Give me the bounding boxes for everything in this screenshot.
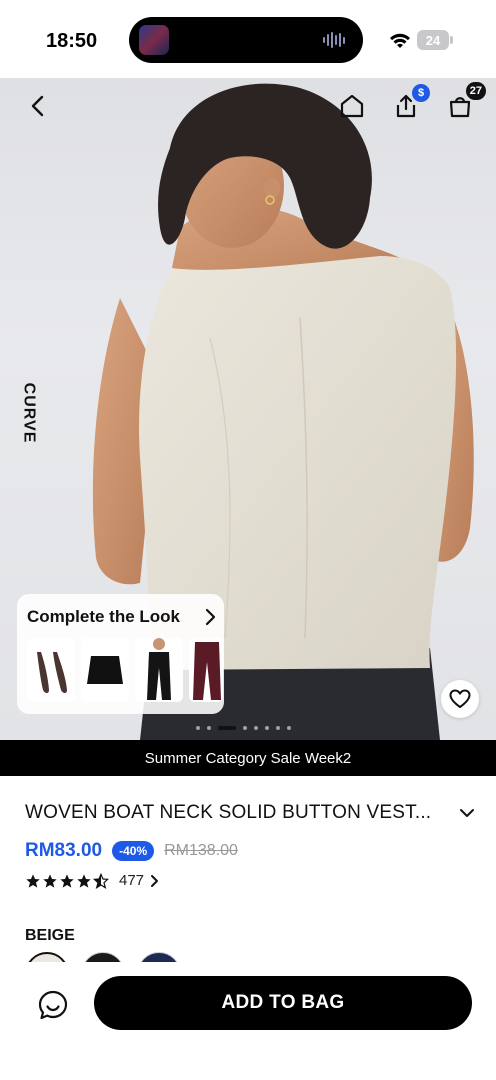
cart-count-badge: 27	[465, 82, 486, 100]
look-item-skirt[interactable]	[81, 638, 129, 702]
burgundy-trousers-icon	[193, 642, 221, 700]
customer-service-button[interactable]	[36, 988, 70, 1022]
star-icon	[77, 873, 91, 888]
now-playing-artwork	[139, 25, 169, 55]
complete-the-look-items	[27, 638, 223, 702]
discount-badge: -40%	[112, 841, 155, 861]
original-price: RM138.00	[164, 842, 238, 859]
product-title-row[interactable]: WOVEN BOAT NECK SOLID BUTTON VEST...	[25, 802, 475, 824]
look-item-flats[interactable]	[27, 638, 75, 702]
look-item-trousers[interactable]	[135, 638, 183, 702]
product-title: WOVEN BOAT NECK SOLID BUTTON VEST...	[25, 802, 432, 823]
wifi-icon	[390, 33, 410, 48]
battery-level: 24	[425, 32, 441, 48]
pagination-dot	[207, 726, 211, 730]
complete-the-look-card[interactable]: Complete the Look	[17, 594, 224, 714]
wishlist-button[interactable]	[441, 680, 479, 718]
chevron-left-icon	[31, 95, 44, 117]
chevron-down-icon[interactable]	[459, 808, 475, 818]
pagination-dot	[243, 726, 247, 730]
star-icon	[43, 873, 57, 888]
back-button[interactable]	[20, 88, 56, 124]
promo-banner[interactable]: Summer Category Sale Week2	[0, 740, 496, 776]
chat-icon	[38, 990, 68, 1020]
review-count: 477	[119, 872, 145, 889]
pagination-dot	[265, 726, 269, 730]
sale-price: RM83.00	[25, 840, 103, 861]
black-trousers-icon	[147, 638, 171, 700]
half-star-icon	[93, 872, 109, 889]
add-to-bag-button[interactable]: ADD TO BAG	[94, 976, 472, 1030]
curve-label: CURVE	[8, 378, 48, 448]
star-rating	[25, 872, 109, 889]
gallery-pagination	[196, 726, 291, 730]
product-image-gallery[interactable]: $ 27 CURVE Complete the Look	[0, 78, 496, 740]
chevron-right-icon	[151, 874, 159, 887]
black-skirt-icon	[87, 656, 123, 684]
share-button[interactable]: $	[388, 84, 430, 124]
pagination-dot-active	[218, 726, 236, 730]
price-row: RM83.00 -40% RM138.00	[25, 840, 238, 862]
status-time: 18:50	[46, 30, 98, 52]
home-icon	[340, 94, 364, 118]
pagination-dot	[287, 726, 291, 730]
battery-icon: 24	[417, 30, 453, 50]
promo-text: Summer Category Sale Week2	[144, 749, 352, 767]
complete-the-look-header[interactable]: Complete the Look	[27, 606, 217, 628]
audio-wave-icon	[323, 31, 349, 49]
rating-row[interactable]: 477	[25, 872, 160, 889]
look-item-burgundy-trousers[interactable]	[189, 638, 223, 702]
share-reward-badge: $	[412, 84, 430, 102]
cart-button[interactable]: 27	[442, 82, 486, 124]
home-button[interactable]	[334, 88, 370, 124]
curve-label-text: CURVE	[20, 382, 37, 444]
bottom-action-bar: ADD TO BAG	[0, 962, 496, 1080]
complete-the-look-title: Complete the Look	[27, 607, 181, 626]
star-icon	[26, 873, 40, 888]
pagination-dot	[254, 726, 258, 730]
dynamic-island[interactable]	[129, 17, 363, 63]
status-bar: 18:50 24	[0, 0, 496, 78]
star-icon	[60, 873, 74, 888]
pointed-flats-icon	[37, 652, 67, 693]
pagination-dot	[276, 726, 280, 730]
selected-color-label: BEIGE	[25, 927, 75, 944]
chevron-right-icon	[205, 608, 216, 626]
heart-icon	[449, 689, 471, 708]
pagination-dot	[196, 726, 200, 730]
